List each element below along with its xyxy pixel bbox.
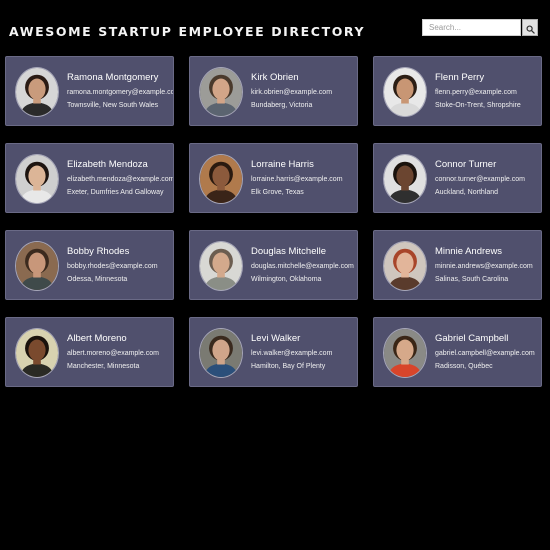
employee-location: Hamilton, Bay Of Plenty: [251, 363, 326, 370]
employee-location: Auckland, Northland: [435, 189, 499, 196]
employee-card[interactable]: Albert Moreno albert.moreno@example.com …: [5, 317, 174, 387]
employee-name: Ramona Montgomery: [67, 72, 159, 83]
search-input[interactable]: [422, 19, 521, 36]
employee-email: douglas.mitchelle@example.com: [251, 263, 354, 270]
avatar: [383, 154, 427, 204]
employee-info: Bobby Rhodes bobby.rhodes@example.com Od…: [67, 246, 173, 285]
directory-page: Awesome Startup Employee Directory Ramon…: [0, 0, 550, 550]
employee-location: Manchester, Minnesota: [67, 363, 140, 370]
employee-location: Bundaberg, Victoria: [251, 102, 313, 109]
search-icon: [523, 24, 537, 34]
avatar: [15, 154, 59, 204]
employee-email: bobby.rhodes@example.com: [67, 263, 158, 270]
employee-name: Gabriel Campbell: [435, 333, 509, 344]
employee-card[interactable]: Ramona Montgomery ramona.montgomery@exam…: [5, 56, 174, 126]
employee-name: Albert Moreno: [67, 333, 127, 344]
avatar: [199, 67, 243, 117]
employee-email: levi.walker@example.com: [251, 350, 333, 357]
employee-name: Douglas Mitchelle: [251, 246, 326, 257]
employee-name: Flenn Perry: [435, 72, 485, 83]
employee-card[interactable]: Levi Walker levi.walker@example.com Hami…: [189, 317, 358, 387]
employee-card[interactable]: Flenn Perry flenn.perry@example.com Stok…: [373, 56, 542, 126]
employee-card[interactable]: Douglas Mitchelle douglas.mitchelle@exam…: [189, 230, 358, 300]
employee-email: kirk.obrien@example.com: [251, 89, 333, 96]
employee-info: Flenn Perry flenn.perry@example.com Stok…: [435, 72, 541, 111]
employee-card[interactable]: Minnie Andrews minnie.andrews@example.co…: [373, 230, 542, 300]
search-button[interactable]: [522, 19, 538, 36]
employee-name: Lorraine Harris: [251, 159, 314, 170]
employee-info: Ramona Montgomery ramona.montgomery@exam…: [67, 72, 173, 111]
avatar: [15, 241, 59, 291]
employee-name: Bobby Rhodes: [67, 246, 130, 257]
employee-location: Salinas, South Carolina: [435, 276, 509, 283]
employee-location: Wilmington, Oklahoma: [251, 276, 322, 283]
employee-email: minnie.andrews@example.com: [435, 263, 533, 270]
employee-email: lorraine.harris@example.com: [251, 176, 343, 183]
avatar: [383, 241, 427, 291]
avatar: [199, 154, 243, 204]
avatar: [199, 241, 243, 291]
employee-name: Kirk Obrien: [251, 72, 299, 83]
employee-name: Minnie Andrews: [435, 246, 503, 257]
employee-info: Levi Walker levi.walker@example.com Hami…: [251, 333, 357, 372]
employee-email: connor.turner@example.com: [435, 176, 525, 183]
avatar: [383, 328, 427, 378]
avatar: [383, 67, 427, 117]
employee-name: Connor Turner: [435, 159, 497, 170]
employee-name: Levi Walker: [251, 333, 301, 344]
employee-location: Elk Grove, Texas: [251, 189, 304, 196]
employee-location: Odessa, Minnesota: [67, 276, 128, 283]
employee-card[interactable]: Connor Turner connor.turner@example.com …: [373, 143, 542, 213]
employee-card[interactable]: Gabriel Campbell gabriel.campbell@exampl…: [373, 317, 542, 387]
employee-email: elizabeth.mendoza@example.com: [67, 176, 173, 183]
employee-email: ramona.montgomery@example.com: [67, 89, 173, 96]
employee-info: Gabriel Campbell gabriel.campbell@exampl…: [435, 333, 541, 372]
employee-info: Connor Turner connor.turner@example.com …: [435, 159, 541, 198]
employee-name: Elizabeth Mendoza: [67, 159, 148, 170]
employee-card[interactable]: Kirk Obrien kirk.obrien@example.com Bund…: [189, 56, 358, 126]
employee-info: Elizabeth Mendoza elizabeth.mendoza@exam…: [67, 159, 173, 198]
employee-location: Townsville, New South Wales: [67, 102, 159, 109]
employee-location: Stoke-On-Trent, Shropshire: [435, 102, 521, 109]
employee-info: Douglas Mitchelle douglas.mitchelle@exam…: [251, 246, 357, 285]
employee-card[interactable]: Lorraine Harris lorraine.harris@example.…: [189, 143, 358, 213]
employee-location: Exeter, Dumfries And Galloway: [67, 189, 164, 196]
employee-info: Lorraine Harris lorraine.harris@example.…: [251, 159, 357, 198]
employee-location: Radisson, Québec: [435, 363, 493, 370]
employee-email: flenn.perry@example.com: [435, 89, 517, 96]
employee-info: Kirk Obrien kirk.obrien@example.com Bund…: [251, 72, 357, 111]
employee-email: gabriel.campbell@example.com: [435, 350, 535, 357]
employee-card[interactable]: Bobby Rhodes bobby.rhodes@example.com Od…: [5, 230, 174, 300]
avatar: [15, 328, 59, 378]
employee-info: Albert Moreno albert.moreno@example.com …: [67, 333, 173, 372]
page-title: Awesome Startup Employee Directory: [9, 24, 366, 39]
employee-card[interactable]: Elizabeth Mendoza elizabeth.mendoza@exam…: [5, 143, 174, 213]
employee-email: albert.moreno@example.com: [67, 350, 159, 357]
avatar: [15, 67, 59, 117]
employee-info: Minnie Andrews minnie.andrews@example.co…: [435, 246, 541, 285]
avatar: [199, 328, 243, 378]
employee-grid: Ramona Montgomery ramona.montgomery@exam…: [5, 56, 543, 387]
